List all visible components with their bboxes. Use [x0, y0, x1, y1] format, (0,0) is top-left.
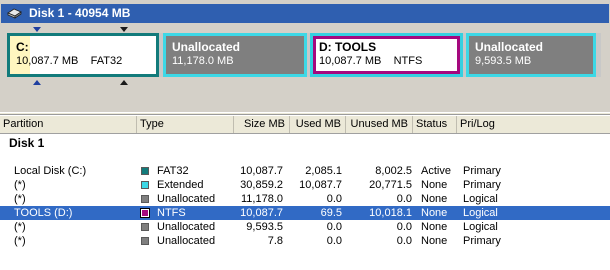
cell-type: NTFS — [157, 207, 186, 219]
cell-size: 11,178.0 — [240, 193, 283, 205]
column-header-type[interactable]: Type — [137, 116, 234, 133]
marker-up-icon — [120, 80, 128, 85]
partition-row[interactable]: Local Disk (C:) FAT32 10,087.7 2,085.1 8,002… — [0, 164, 610, 178]
partition-block-fs: FAT32 — [90, 55, 123, 67]
disk-title: Disk 1 - 40954 MB — [29, 6, 131, 20]
partition-block-c[interactable]: C: 10,087.7 MB FAT32 — [7, 33, 159, 77]
partition-block-info: 10,087.7 MB FAT32 — [16, 55, 122, 67]
partition-row[interactable]: (*) Extended 30,859.2 10,087.7 20,771.5 None P… — [0, 178, 610, 192]
column-header-bar: Partition Type Size MB Used MB Unused MB… — [0, 116, 610, 134]
cell-unused: 0.0 — [396, 193, 412, 205]
cell-size: 30,859.2 — [240, 179, 283, 191]
marker-up-icon — [33, 80, 41, 85]
disk-group-title: Disk 1 — [9, 136, 45, 150]
cell-status: None — [421, 193, 448, 205]
disk-icon — [7, 8, 22, 19]
cell-prilog: Primary — [463, 179, 501, 191]
cell-size: 9,593.5 — [246, 221, 283, 233]
partition-row[interactable]: TOOLS (D:) NTFS 10,087.7 69.5 10,018.1 None Lo… — [0, 206, 610, 220]
cell-size: 10,087.7 — [240, 165, 283, 177]
cell-status: None — [421, 221, 448, 233]
cell-used: 10,087.7 — [299, 179, 342, 191]
cell-partition: Local Disk (C:) — [14, 165, 87, 177]
cell-used: 2,085.1 — [305, 165, 342, 177]
cell-partition: (*) — [14, 235, 26, 247]
type-color-swatch — [141, 195, 149, 203]
partition-block-fs: NTFS — [393, 55, 423, 67]
cell-size: 10,087.7 — [240, 207, 283, 219]
type-color-swatch — [140, 208, 150, 218]
partition-block-d[interactable]: D: TOOLS 10,087.7 MB NTFS — [310, 33, 463, 77]
cell-type: Unallocated — [157, 235, 216, 247]
partition-block-size: 11,178.0 MB — [172, 55, 234, 67]
column-header-partition[interactable]: Partition — [0, 116, 137, 133]
column-header-size[interactable]: Size MB — [234, 116, 290, 133]
cell-size: 7.8 — [267, 235, 283, 247]
cell-unused: 8,002.5 — [375, 165, 412, 177]
cell-status: None — [421, 207, 448, 219]
marker-down-icon — [120, 27, 128, 32]
cell-type: Extended — [157, 179, 204, 191]
cell-partition: (*) — [14, 179, 26, 191]
partition-block-size: 10,087.7 MB — [319, 55, 382, 67]
type-color-swatch — [141, 181, 149, 189]
cell-partition: TOOLS (D:) — [14, 207, 73, 219]
type-color-swatch — [141, 237, 149, 245]
cell-status: Active — [421, 165, 451, 177]
cell-type: Unallocated — [157, 193, 216, 205]
partition-row[interactable]: (*) Unallocated 11,178.0 0.0 0.0 None Logical — [0, 192, 610, 206]
disk-header[interactable]: Disk 1 - 40954 MB — [1, 4, 609, 23]
disk-map-panel: Disk 1 - 40954 MB C: 10,087.7 MB FAT32 U… — [0, 0, 610, 115]
partition-block-unallocated[interactable]: Unallocated 9,593.5 MB — [466, 33, 596, 77]
type-color-swatch — [141, 223, 149, 231]
partition-block-info: 10,087.7 MB NTFS — [319, 55, 422, 67]
cell-used: 0.0 — [326, 193, 342, 205]
selection-frame: D: TOOLS 10,087.7 MB NTFS — [313, 36, 460, 74]
partition-block-size: 9,593.5 MB — [475, 55, 532, 67]
cell-prilog: Primary — [463, 235, 501, 247]
partition-row[interactable]: (*) Unallocated 7.8 0.0 0.0 None Primary — [0, 234, 610, 248]
cell-type: Unallocated — [157, 221, 216, 233]
cell-prilog: Logical — [463, 193, 498, 205]
cell-type: FAT32 — [157, 165, 189, 177]
cell-used: 69.5 — [320, 207, 342, 219]
cell-status: None — [421, 179, 448, 191]
partition-block-size: 10,087.7 MB — [16, 55, 79, 67]
partition-block-name: C: — [16, 40, 29, 54]
partition-block-name: D: TOOLS — [319, 40, 377, 54]
column-header-used[interactable]: Used MB — [290, 116, 346, 133]
cell-prilog: Logical — [463, 207, 498, 219]
cell-used: 0.0 — [326, 221, 342, 233]
partition-row[interactable]: (*) Unallocated 9,593.5 0.0 0.0 None Logical — [0, 220, 610, 234]
partition-block-name: Unallocated — [172, 40, 241, 54]
cell-unused: 20,771.5 — [369, 179, 412, 191]
cell-unused: 0.0 — [396, 235, 412, 247]
column-header-unused[interactable]: Unused MB — [346, 116, 413, 133]
partition-block-unallocated[interactable]: Unallocated 11,178.0 MB — [163, 33, 307, 77]
partition-block-name: Unallocated — [475, 40, 544, 54]
cell-partition: (*) — [14, 221, 26, 233]
cell-unused: 0.0 — [396, 221, 412, 233]
marker-down-icon — [33, 27, 41, 32]
column-header-prilog[interactable]: Pri/Log — [457, 116, 610, 133]
splitter[interactable] — [0, 112, 610, 115]
cell-prilog: Primary — [463, 165, 501, 177]
cell-status: None — [421, 235, 448, 247]
cell-prilog: Logical — [463, 221, 498, 233]
cell-used: 0.0 — [326, 235, 342, 247]
cell-unused: 10,018.1 — [369, 207, 412, 219]
column-header-status[interactable]: Status — [413, 116, 457, 133]
type-color-swatch — [141, 167, 149, 175]
cell-partition: (*) — [14, 193, 26, 205]
partition-map: C: 10,087.7 MB FAT32 Unallocated 11,178.… — [7, 33, 601, 77]
